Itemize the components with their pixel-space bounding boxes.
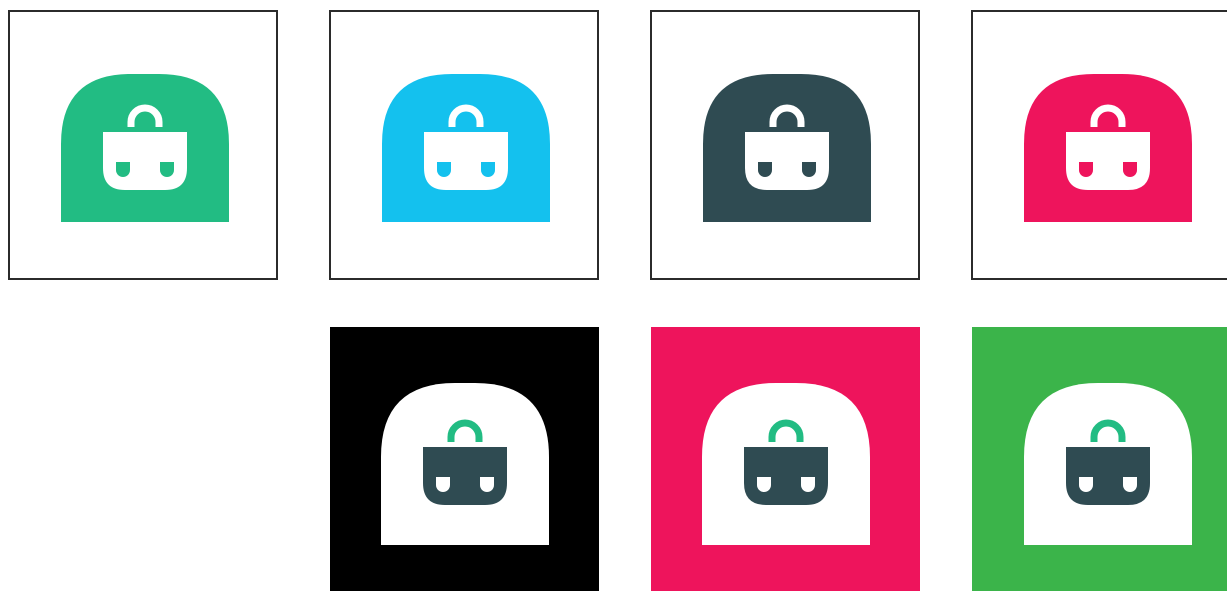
shopping-basket-logo-icon bbox=[61, 74, 229, 222]
shopping-basket-logo-icon bbox=[1024, 74, 1192, 222]
shopping-basket-logo-icon bbox=[381, 383, 549, 545]
shopping-basket-logo-icon bbox=[703, 74, 871, 222]
logo-tile-on-pink bbox=[651, 327, 920, 591]
logo-tile-on-black bbox=[330, 327, 599, 591]
shopping-basket-logo-icon bbox=[1024, 383, 1192, 545]
logo-tile-on-green bbox=[972, 327, 1227, 591]
logo-tile-dark-slate bbox=[650, 10, 920, 280]
logo-tile-pink bbox=[971, 10, 1227, 280]
shopping-basket-logo-icon bbox=[382, 74, 550, 222]
logo-variants-sheet bbox=[0, 0, 1227, 591]
logo-tile-green bbox=[8, 10, 278, 280]
logo-tile-cyan bbox=[329, 10, 599, 280]
shopping-basket-logo-icon bbox=[702, 383, 870, 545]
